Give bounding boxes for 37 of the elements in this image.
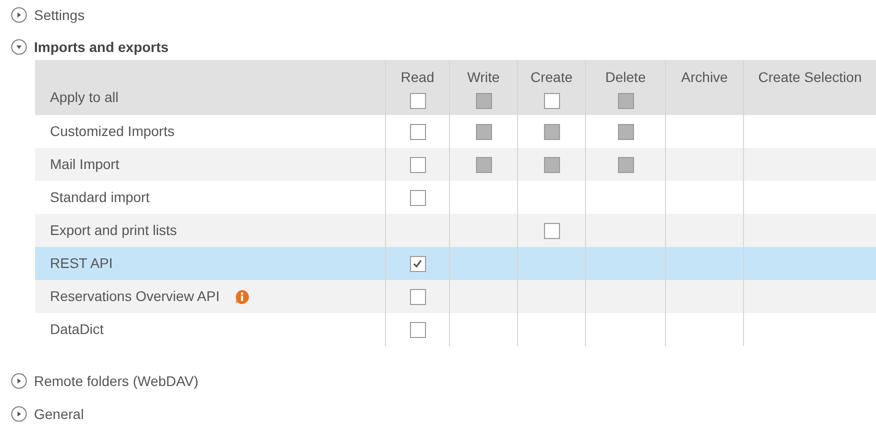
table-row[interactable]: Mail Import [35,148,876,181]
checkbox[interactable] [410,190,426,206]
table-row[interactable]: REST API [35,247,876,280]
row-label: Standard import [50,188,150,207]
column-header: Write [467,68,500,87]
expand-icon[interactable] [11,373,27,389]
row-label: Export and print lists [50,221,177,240]
table-row[interactable]: Export and print lists [35,214,876,247]
checkbox[interactable] [410,256,426,272]
row-label: Reservations Overview API [50,287,220,306]
checkbox[interactable] [410,288,426,304]
column-header: Delete [605,68,646,87]
section-title[interactable]: Remote folders (WebDAV) [34,370,198,392]
checkbox[interactable] [544,93,560,109]
expand-icon[interactable] [11,406,27,422]
row-label: REST API [50,254,113,273]
section-title[interactable]: Imports and exports [34,36,169,58]
apply-to-all-label: Apply to all [50,88,118,107]
section-title[interactable]: Settings [34,4,85,26]
row-label: Mail Import [50,155,120,174]
section-title[interactable]: General [34,404,84,424]
expand-icon[interactable] [11,7,27,23]
checkbox[interactable] [410,322,426,338]
column-header: Create Selection [758,68,862,87]
info-icon[interactable] [234,288,250,304]
checkbox[interactable] [410,93,426,109]
checkmark-icon [412,258,423,269]
row-label: Customized Imports [50,122,174,141]
column-header: Archive [681,68,728,87]
table-row[interactable]: Reservations Overview API [35,280,876,313]
row-label: DataDict [50,320,104,339]
column-header: Create [530,68,573,87]
checkbox[interactable] [410,156,426,172]
checkbox[interactable] [544,222,560,238]
collapse-icon[interactable] [11,39,27,55]
column-header: Read [400,68,434,87]
checkbox[interactable] [410,124,426,140]
